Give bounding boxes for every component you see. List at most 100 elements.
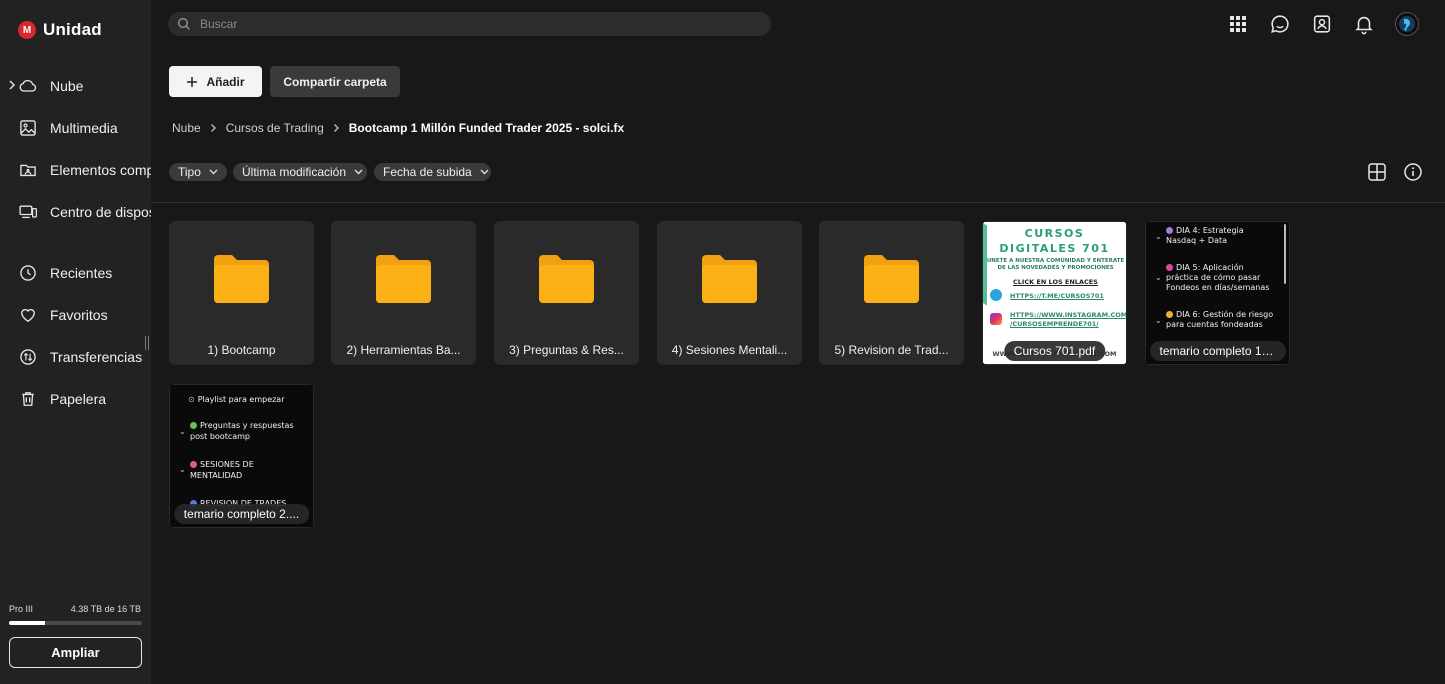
content-divider	[151, 202, 1445, 203]
item-name: Cursos 701.pdf	[1003, 341, 1106, 361]
thumbnail-text: DIA 6: Gestión de riesgo	[1166, 310, 1273, 320]
sidebar-item-favoritos[interactable]: Favoritos	[0, 297, 151, 333]
filter-fecha-subida[interactable]: Fecha de subida	[374, 163, 491, 181]
chevron-down-icon	[209, 169, 218, 175]
item-name: 5) Revision de Trad...	[834, 343, 949, 357]
thumbnail-link: HTTPS://T.ME/CURSOS701	[1010, 292, 1104, 300]
chat-button[interactable]	[1268, 12, 1292, 36]
chevron-down-icon: ⌄	[1155, 273, 1162, 282]
contacts-button[interactable]	[1310, 12, 1334, 36]
thumbnail-text: ⊙ Playlist para empezar	[188, 395, 285, 404]
folder-tile[interactable]: 1) Bootcamp	[169, 221, 314, 365]
chevron-right-icon[interactable]	[8, 79, 16, 91]
devices-icon	[19, 205, 37, 219]
search-input[interactable]	[200, 17, 740, 31]
thumbnail-title: CURSOS DIGITALES 701	[999, 227, 1110, 255]
sidebar-item-label: Elementos compartidos	[50, 162, 151, 178]
sidebar-item-nube[interactable]: Nube	[0, 68, 151, 104]
sidebar-item-dispositivos[interactable]: Centro de dispositivos	[0, 194, 151, 230]
item-name: 3) Preguntas & Res...	[509, 343, 624, 357]
sidebar: M Unidad Nube Multimedia Elementos compa…	[0, 0, 151, 684]
info-icon[interactable]	[1403, 162, 1423, 182]
breadcrumb: Nube Cursos de Trading Bootcamp 1 Millón…	[172, 121, 624, 135]
upgrade-button[interactable]: Ampliar	[9, 637, 142, 668]
thumbnail-link: HTTPS://WWW.INSTAGRAM.COM	[1010, 311, 1126, 319]
shared-folder-icon	[20, 164, 36, 177]
share-folder-button[interactable]: Compartir carpeta	[270, 66, 400, 97]
folder-icon	[702, 255, 757, 303]
sidebar-item-compartidos[interactable]: Elementos compartidos	[0, 152, 151, 188]
sidebar-item-label: Multimedia	[50, 120, 118, 136]
apps-grid-icon	[1230, 16, 1246, 32]
chevron-down-icon	[480, 169, 489, 175]
contacts-icon	[1313, 15, 1331, 33]
filter-label: Fecha de subida	[383, 165, 472, 179]
breadcrumb-item[interactable]: Nube	[172, 121, 201, 135]
thumbnail-text: MENTALIDAD	[190, 471, 243, 480]
sidebar-item-label: Nube	[50, 78, 84, 94]
grid-view-icon[interactable]	[1367, 162, 1387, 182]
transfer-icon	[20, 349, 36, 365]
item-name: 1) Bootcamp	[207, 343, 276, 357]
bell-icon	[1355, 16, 1373, 35]
filter-ultima-modificacion[interactable]: Última modificación	[233, 163, 367, 181]
item-name: 4) Sesiones Mentali...	[671, 343, 788, 357]
avatar[interactable]	[1395, 12, 1419, 36]
clock-icon	[20, 265, 36, 281]
sidebar-item-multimedia[interactable]: Multimedia	[0, 110, 151, 146]
filter-label: Tipo	[178, 165, 201, 179]
plus-icon	[187, 76, 198, 87]
sidebar-item-transferencias[interactable]: Transferencias	[0, 339, 151, 375]
search-bar[interactable]	[168, 12, 771, 36]
chevron-right-icon	[333, 123, 340, 133]
folder-icon	[864, 255, 919, 303]
apps-grid-button[interactable]	[1226, 12, 1250, 36]
search-icon	[178, 18, 190, 30]
add-button-label: Añadir	[206, 74, 245, 89]
sidebar-item-label: Centro de dispositivos	[50, 204, 151, 220]
storage-progress-bar	[9, 621, 142, 625]
chevron-right-icon	[210, 123, 217, 133]
folder-icon	[539, 255, 594, 303]
sidebar-item-papelera[interactable]: Papelera	[0, 381, 151, 417]
telegram-icon	[990, 289, 1002, 301]
storage-plan: Pro III	[9, 604, 34, 614]
sidebar-resize-handle[interactable]	[144, 336, 150, 350]
folder-tile[interactable]: 3) Preguntas & Res...	[494, 221, 639, 365]
file-tile-pdf[interactable]: CURSOS DIGITALES 701 ÚNETE A NUESTRA COMU…	[982, 221, 1127, 365]
instagram-icon	[990, 313, 1002, 325]
image-icon	[20, 120, 36, 136]
thumbnail-text: DIA 4: Estrategia	[1166, 226, 1244, 236]
folder-tile[interactable]: 2) Herramientas Ba...	[331, 221, 476, 365]
breadcrumb-current: Bootcamp 1 Millón Funded Trader 2025 - s…	[348, 121, 625, 135]
folder-icon	[214, 255, 269, 303]
sidebar-item-label: Papelera	[50, 391, 107, 407]
file-tile-image[interactable]: ⊙ Playlist para empezar ⌄ Preguntas y res…	[169, 384, 314, 528]
chevron-down-icon: ⌄	[179, 427, 186, 436]
sidebar-item-label: Recientes	[50, 265, 113, 281]
sidebar-item-recientes[interactable]: Recientes	[0, 255, 151, 291]
app-logo[interactable]: M Unidad	[18, 20, 102, 40]
folder-tile[interactable]: 4) Sesiones Mentali...	[657, 221, 802, 365]
chevron-down-icon: ⌄	[1155, 316, 1162, 325]
thumbnail-text: Preguntas y respuestas	[190, 421, 294, 431]
filter-label: Última modificación	[242, 165, 347, 179]
app-name: Unidad	[43, 20, 102, 39]
folder-tile[interactable]: 5) Revision de Trad...	[819, 221, 964, 365]
notifications-button[interactable]	[1352, 12, 1376, 36]
trash-icon	[22, 392, 34, 406]
chevron-down-icon: ⌄	[1155, 232, 1162, 241]
breadcrumb-item[interactable]: Cursos de Trading	[226, 121, 324, 135]
thumbnail-text: DIA 5: Aplicación	[1166, 263, 1244, 273]
thumbnail-text: post bootcamp	[190, 432, 250, 441]
file-tile-image[interactable]: ⌄ DIA 4: Estrategia Nasdaq + Data ⌄ DIA …	[1145, 221, 1290, 365]
thumbnail-subtitle: ÚNETE A NUESTRA COMUNIDAD Y ENTÉRATE DE L…	[986, 258, 1125, 271]
heart-icon	[21, 309, 35, 323]
filter-tipo[interactable]: Tipo	[169, 163, 227, 181]
item-name: 2) Herramientas Ba...	[346, 343, 461, 357]
storage-used: 4.38 TB de 16 TB	[70, 604, 141, 614]
add-button[interactable]: Añadir	[169, 66, 262, 97]
chevron-down-icon	[354, 169, 363, 175]
thumbnail-text: para cuentas fondeadas	[1166, 320, 1263, 329]
thumbnail-link: /CURSOSEMPRENDE701/	[1010, 320, 1099, 328]
